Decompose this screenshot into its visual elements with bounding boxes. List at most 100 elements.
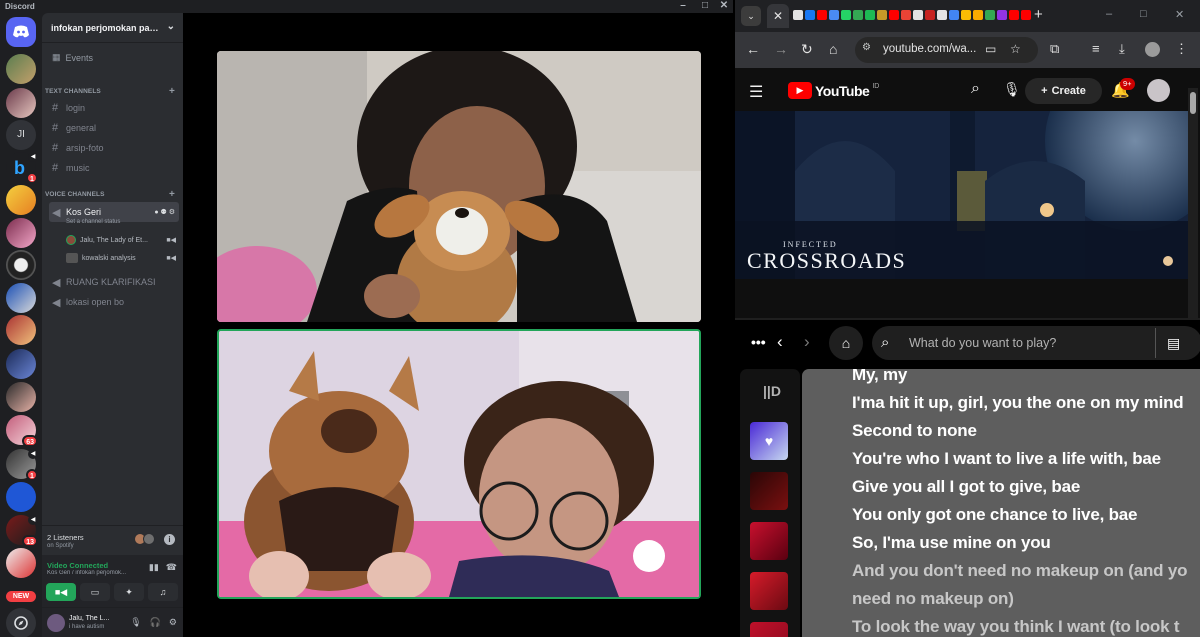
- bookmark-star-icon[interactable]: ☆: [1010, 42, 1021, 56]
- server-icon[interactable]: [6, 382, 36, 412]
- maximize-icon[interactable]: □: [1140, 8, 1147, 20]
- maximize-icon[interactable]: □: [697, 0, 713, 11]
- search-icon[interactable]: ⌕: [971, 80, 980, 98]
- tab-favicon[interactable]: [865, 10, 875, 20]
- liked-songs-tile[interactable]: ♥: [750, 422, 788, 460]
- server-icon[interactable]: [6, 482, 36, 512]
- discord-home-icon[interactable]: [6, 17, 36, 47]
- server-icon[interactable]: [6, 54, 36, 84]
- tab-favicon[interactable]: [841, 10, 851, 20]
- tab-favicon[interactable]: [973, 10, 983, 20]
- hamburger-menu-icon[interactable]: ☰: [749, 82, 763, 102]
- tab-favicon[interactable]: [997, 10, 1007, 20]
- lyric-line-upcoming[interactable]: need no makeup on): [852, 589, 1014, 609]
- home-button[interactable]: ⌂: [829, 326, 863, 360]
- lyric-line[interactable]: My, my: [852, 369, 907, 385]
- lyric-line[interactable]: Second to none: [852, 421, 977, 441]
- lyric-line[interactable]: You only got one chance to live, bae: [852, 505, 1138, 525]
- voice-channel-ruang-klarifikasi[interactable]: ◀ RUANG KLARIFIKASI: [49, 273, 179, 291]
- minimize-icon[interactable]: –: [675, 0, 691, 11]
- server-icon[interactable]: [6, 185, 36, 215]
- lyric-line[interactable]: I'ma hit it up, girl, you the one on my …: [852, 393, 1184, 413]
- scrollbar[interactable]: [1188, 88, 1198, 318]
- guild-header[interactable]: infokan perjomokan pak... ⌄: [42, 13, 183, 43]
- plus-icon[interactable]: +: [169, 86, 175, 97]
- playlist-tile[interactable]: [750, 522, 788, 560]
- media-queue-icon[interactable]: ≡: [1092, 41, 1100, 56]
- more-vert-icon[interactable]: ⋮: [1175, 41, 1188, 57]
- lyric-line-upcoming[interactable]: And you don't need no makeup on (and yo: [852, 561, 1187, 581]
- activities-button[interactable]: ✦: [114, 583, 144, 601]
- soundboard-button[interactable]: ♫: [148, 583, 178, 601]
- lyric-line-upcoming[interactable]: To look the way you think I want (to loo…: [852, 617, 1180, 637]
- profile-avatar[interactable]: [1145, 42, 1160, 57]
- events-item[interactable]: ▦ Events: [52, 52, 93, 63]
- tab-favicon[interactable]: [793, 10, 803, 20]
- spotify-listeners[interactable]: 2 Listeners on Spotify i: [42, 525, 183, 555]
- avatar[interactable]: [47, 614, 65, 632]
- voice-channel-lokasi-open-bo[interactable]: ◀ lokasi open bo: [49, 293, 179, 311]
- server-icon[interactable]: [6, 283, 36, 313]
- minimize-icon[interactable]: –: [1106, 8, 1112, 20]
- browse-icon[interactable]: ▤: [1155, 328, 1180, 358]
- server-icon[interactable]: [6, 548, 36, 578]
- tab-favicon[interactable]: [913, 10, 923, 20]
- server-icon[interactable]: ◀ 13: [6, 515, 38, 547]
- tab-favicon[interactable]: [889, 10, 899, 20]
- tab-favicon[interactable]: [877, 10, 887, 20]
- spotify-search-input[interactable]: ⌕ What do you want to play? ▤: [872, 326, 1200, 360]
- headphones-icon[interactable]: 🎧: [150, 617, 161, 628]
- back-icon[interactable]: ←: [746, 41, 760, 57]
- tab-favicon[interactable]: [949, 10, 959, 20]
- video-tile-speaking[interactable]: [217, 329, 701, 599]
- microphone-icon[interactable]: 🎙: [130, 617, 141, 628]
- close-icon[interactable]: ✕: [1175, 8, 1184, 21]
- account-avatar[interactable]: [1147, 79, 1170, 102]
- channel-login[interactable]: # login: [49, 99, 179, 117]
- server-icon[interactable]: [6, 218, 36, 248]
- server-icon[interactable]: JI: [6, 120, 36, 150]
- voice-category[interactable]: VOICE CHANNELS +: [45, 189, 177, 200]
- screen-share-button[interactable]: ▭: [80, 583, 110, 601]
- gear-icon[interactable]: ⚙: [169, 617, 177, 628]
- playlist-tile[interactable]: [750, 572, 788, 610]
- channel-status[interactable]: Set a channel status: [66, 219, 120, 225]
- playlist-tile[interactable]: [750, 472, 788, 510]
- tab-search-icon[interactable]: ⌄: [741, 6, 761, 26]
- camera-button[interactable]: ■◀: [46, 583, 76, 601]
- reload-icon[interactable]: ↻: [801, 41, 813, 58]
- youtube-logo[interactable]: ▶ YouTube ID: [788, 82, 879, 99]
- plus-icon[interactable]: +: [169, 189, 175, 200]
- close-tab-icon[interactable]: ✕: [767, 4, 789, 28]
- scrollbar-thumb[interactable]: [1190, 92, 1196, 114]
- video-player[interactable]: INFECTED CROSSROADS: [735, 111, 1188, 279]
- voice-user[interactable]: Jalu, The Lady of Et... ■◀: [66, 233, 178, 247]
- server-icon[interactable]: b ◀ 1: [6, 152, 38, 184]
- address-bar[interactable]: ⚙ youtube.com/wa... ▭ ☆: [855, 37, 1038, 63]
- tab-favicon[interactable]: [985, 10, 995, 20]
- tab-favicon[interactable]: [817, 10, 827, 20]
- tab-favicon[interactable]: [1009, 10, 1019, 20]
- tab-favicon[interactable]: [1021, 10, 1031, 20]
- extensions-icon[interactable]: ⧉: [1050, 41, 1059, 57]
- server-icon[interactable]: [6, 315, 36, 345]
- channel-arsip-foto[interactable]: # arsip-foto: [49, 139, 179, 157]
- channel-action-icons[interactable]: ● ⚉ ⚙: [154, 208, 175, 216]
- server-icon[interactable]: ◀ 1: [6, 449, 38, 481]
- lyric-line[interactable]: So, I'ma use mine on you: [852, 533, 1051, 553]
- server-icon[interactable]: [6, 349, 36, 379]
- tab-favicon[interactable]: [805, 10, 815, 20]
- discover-icon[interactable]: [6, 608, 36, 637]
- more-horizontal-icon[interactable]: •••: [751, 334, 766, 350]
- tab-favicon[interactable]: [937, 10, 947, 20]
- create-button[interactable]: + Create: [1025, 78, 1102, 104]
- channel-general[interactable]: # general: [49, 119, 179, 137]
- playlist-tile[interactable]: [750, 622, 788, 637]
- forward-icon[interactable]: →: [774, 41, 788, 57]
- download-icon[interactable]: ⤓: [1119, 41, 1125, 57]
- url-text[interactable]: youtube.com/wa...: [883, 43, 980, 55]
- tab-favicon[interactable]: [901, 10, 911, 20]
- channel-music[interactable]: # music: [49, 159, 179, 177]
- new-tab-icon[interactable]: +: [1034, 6, 1043, 23]
- disconnect-icon[interactable]: ☎: [166, 562, 177, 573]
